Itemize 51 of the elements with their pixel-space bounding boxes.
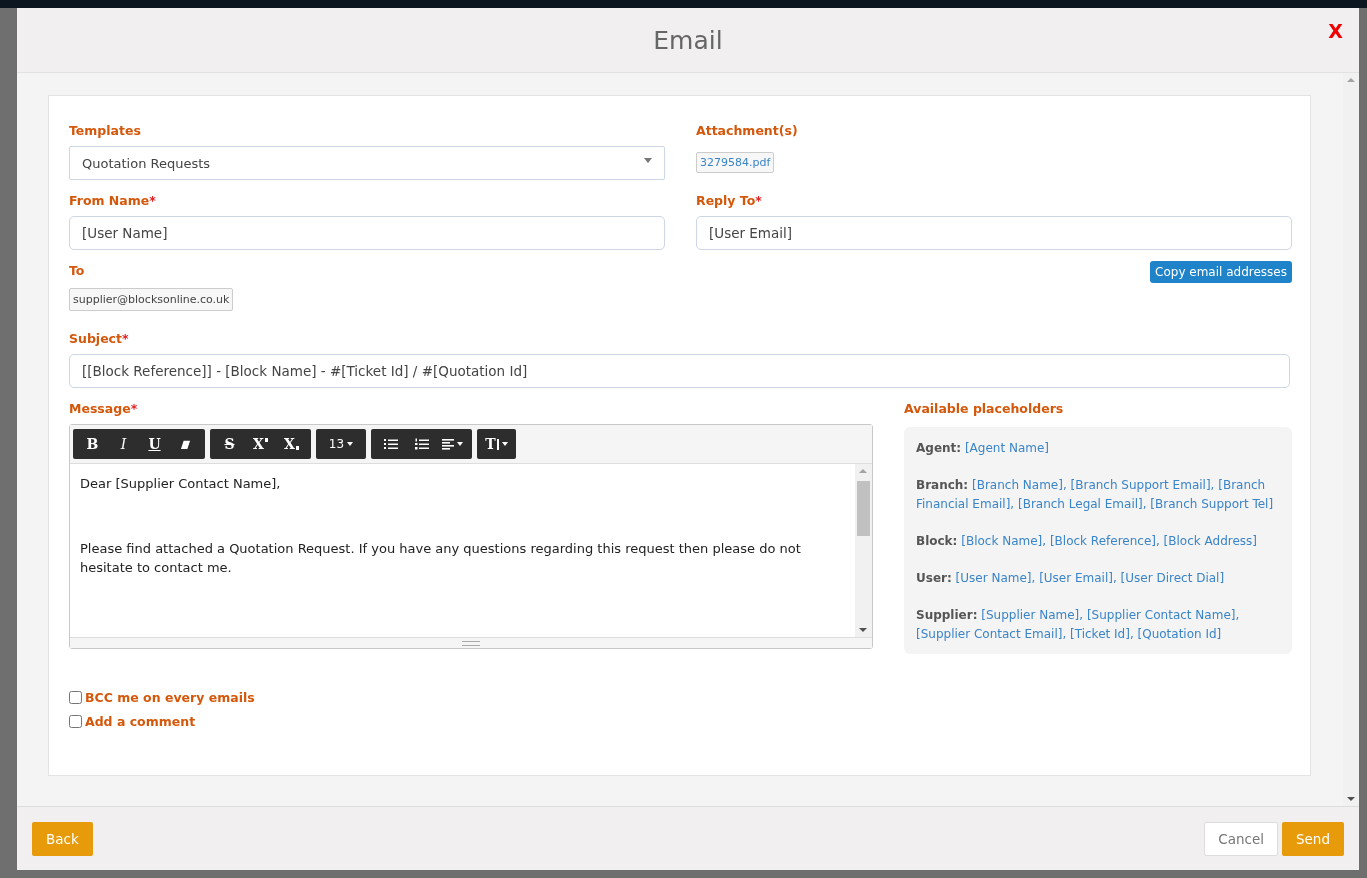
field-label: Message: [69, 401, 131, 416]
cancel-button[interactable]: Cancel: [1204, 821, 1278, 856]
placeholder-group: Agent: [Agent Name]: [916, 439, 1280, 458]
eraser-icon: [180, 438, 191, 450]
required-mark: *: [122, 331, 129, 346]
checkbox[interactable]: [69, 691, 82, 704]
field-label: To: [69, 263, 85, 278]
caret-icon: [644, 157, 652, 163]
placeholder-group: Supplier: [Supplier Name], [Supplier Contact Name], [Supplier Contact Email], [Ticket Id], [Quotation Id]: [916, 606, 1280, 644]
italic-button[interactable]: I: [108, 429, 139, 459]
message-paragraph: Dear [Supplier Contact Name],: [80, 475, 282, 493]
field-label: Subject: [69, 331, 122, 346]
required-mark: *: [149, 193, 156, 208]
section-title: Available placeholders: [904, 401, 1064, 416]
placeholder-group: Branch: [Branch Name], [Branch Support Email], [Branch Financial Email], [Branch Legal Email], [Branch Support Tel]: [916, 476, 1280, 514]
checkbox-label: Add a comment: [85, 714, 196, 729]
reply-to-field[interactable]: [User Email]: [696, 216, 1292, 250]
subscript-button[interactable]: X: [276, 429, 307, 459]
caret-icon: [347, 442, 354, 446]
superscript-button[interactable]: X: [245, 429, 276, 459]
required-mark: *: [130, 401, 138, 416]
numbered-list-icon: [414, 438, 429, 450]
checkbox-label: BCC me on every emails: [85, 690, 255, 705]
scrollbar[interactable]: [855, 464, 872, 637]
dialog-title: Email: [653, 25, 723, 55]
bold-button[interactable]: B: [77, 429, 108, 459]
close-button[interactable]: X: [1326, 20, 1345, 42]
field-label: Attachment(s): [696, 123, 798, 138]
subject-field[interactable]: [[Block Reference]] - [Block Name] - #[Ticket Id] / #[Quotation Id]: [69, 354, 1290, 388]
dropdown-value: Quotation Requests: [82, 155, 211, 171]
placeholder-group: Block: [Block Name], [Block Reference], [Block Address]: [916, 532, 1280, 551]
copy-email-addresses-button[interactable]: Copy email addresses: [1150, 261, 1292, 283]
bullet-list-icon: [383, 438, 398, 450]
field-label: Templates: [69, 123, 141, 138]
message-paragraph: Please find attached a Quotation Request. If you have any questions regarding this request then please do not hesitate to contact me.: [80, 540, 802, 577]
caret-icon: [457, 442, 463, 446]
recipient-tag: supplier@blocksonline.co.uk: [69, 288, 234, 311]
align-icon: [442, 438, 454, 450]
from-name-field[interactable]: [User Name]: [69, 216, 665, 250]
underline-button[interactable]: U: [139, 429, 170, 459]
checkbox[interactable]: [69, 715, 82, 728]
templates-dropdown[interactable]: Quotation Requests: [69, 146, 665, 180]
field-label: Reply To: [696, 193, 756, 208]
caret-icon: [501, 442, 508, 446]
attachment-link[interactable]: 3279584.pdf: [696, 152, 775, 173]
required-mark: *: [755, 193, 762, 208]
placeholder-group: User: [User Name], [User Email], [User Direct Dial]: [916, 569, 1280, 588]
field-label: From Name: [69, 193, 150, 208]
strikethrough-button[interactable]: S: [214, 429, 245, 459]
resize-handle[interactable]: [70, 637, 872, 648]
message-editor[interactable]: B I U S X X 13 T Dear [Supplier Contact Name], Please find attached a Quotation Request. If you have any questions regarding this request then please do not hesitate to contact me.: [69, 424, 873, 649]
